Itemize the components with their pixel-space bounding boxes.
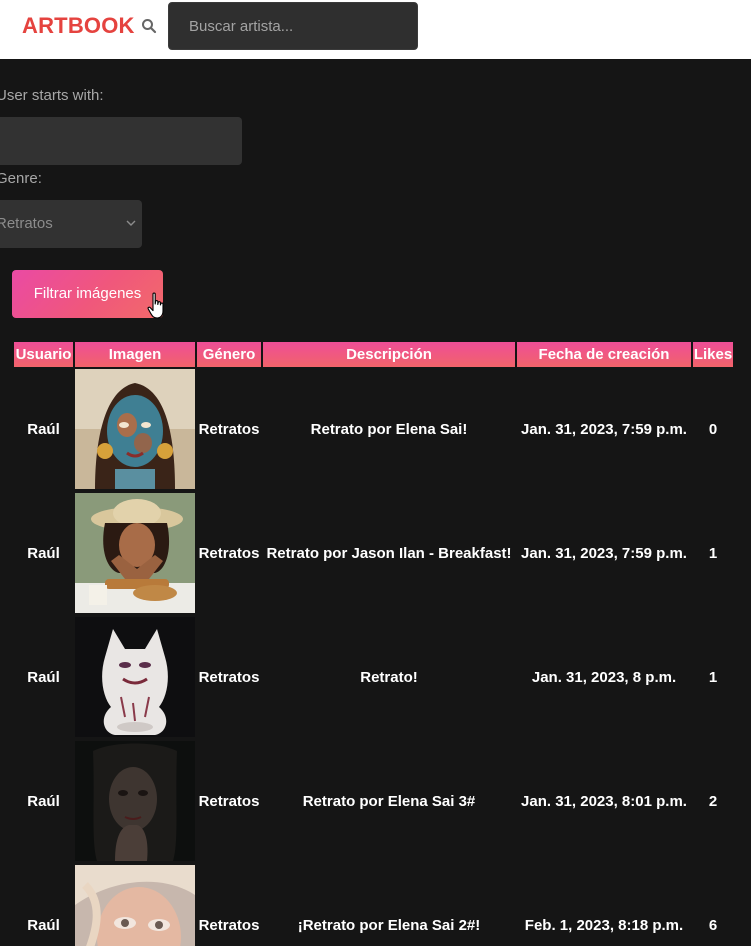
row-genre: Retratos — [198, 668, 260, 686]
user-filter-label: User starts with: — [0, 87, 104, 104]
row-likes: 0 — [708, 420, 718, 438]
navbar: ARTBOOK — [0, 0, 751, 59]
table-row: Raúl Retratos Retrato por Jason Ilan - B… — [14, 491, 733, 615]
row-created: Jan. 31, 2023, 8 p.m. — [531, 668, 677, 686]
chevron-down-icon — [126, 220, 136, 226]
genre-select[interactable]: Retratos — [0, 200, 142, 248]
row-image-cell — [75, 739, 195, 863]
header-description: Descripción — [263, 342, 515, 367]
portrait-thumbnail[interactable] — [75, 493, 195, 613]
header-created: Fecha de creación — [517, 342, 691, 367]
header-image: Imagen — [75, 342, 195, 367]
row-created: Jan. 31, 2023, 8:01 p.m. — [521, 792, 687, 810]
table-header-row: Usuario Imagen Género Descripción Fecha … — [14, 342, 733, 367]
row-image-cell — [75, 863, 195, 946]
row-created: Jan. 31, 2023, 7:59 p.m. — [521, 420, 687, 438]
row-genre: Retratos — [198, 420, 260, 438]
row-genre: Retratos — [198, 792, 260, 810]
row-user: Raúl — [27, 544, 60, 562]
table-row: Raúl Retratos Retrato! Jan. 31, 2023, 8 … — [14, 615, 733, 739]
row-user: Raúl — [27, 668, 60, 686]
row-likes: 2 — [708, 792, 718, 810]
filter-images-button[interactable]: Filtrar imágenes — [12, 270, 163, 318]
row-created: Jan. 31, 2023, 7:59 p.m. — [521, 544, 687, 562]
row-description: Retrato por Jason Ilan - Breakfast! — [266, 544, 512, 562]
brand-logo[interactable]: ARTBOOK — [22, 13, 135, 39]
row-image-cell — [75, 367, 195, 491]
portrait-thumbnail[interactable] — [75, 617, 195, 737]
header-genre: Género — [197, 342, 261, 367]
row-created: Feb. 1, 2023, 8:18 p.m. — [524, 916, 684, 934]
row-user: Raúl — [27, 420, 60, 438]
row-likes: 1 — [708, 544, 718, 562]
table-row: Raúl Retratos Retrato por Elena Sai 3# J… — [14, 739, 733, 863]
row-image-cell — [75, 491, 195, 615]
user-filter-input[interactable] — [0, 117, 242, 165]
row-description: ¡Retrato por Elena Sai 2#! — [297, 916, 481, 934]
portrait-thumbnail[interactable] — [75, 741, 195, 861]
artist-search-input[interactable] — [168, 2, 418, 50]
portrait-thumbnail[interactable] — [75, 865, 195, 946]
search-icon[interactable] — [141, 18, 157, 34]
genre-select-value: Retratos — [0, 215, 53, 232]
row-likes: 6 — [708, 916, 718, 934]
row-image-cell — [75, 615, 195, 739]
header-user: Usuario — [14, 342, 73, 367]
row-description: Retrato! — [360, 668, 418, 686]
row-genre: Retratos — [198, 544, 260, 562]
table-row: Raúl Retratos ¡Retrato por Elena Sai 2#!… — [14, 863, 733, 946]
row-genre: Retratos — [198, 916, 260, 934]
table-row: Raúl Retratos Retrato por Elena Sai! Jan… — [14, 367, 733, 491]
hand-cursor-icon — [147, 292, 164, 319]
row-likes: 1 — [708, 668, 718, 686]
row-user: Raúl — [27, 916, 60, 934]
row-description: Retrato por Elena Sai 3# — [302, 792, 476, 810]
header-likes: Likes — [693, 342, 733, 367]
row-description: Retrato por Elena Sai! — [310, 420, 468, 438]
row-user: Raúl — [27, 792, 60, 810]
images-table: Usuario Imagen Género Descripción Fecha … — [12, 342, 735, 946]
genre-filter-label: Genre: — [0, 170, 42, 187]
portrait-thumbnail[interactable] — [75, 369, 195, 489]
